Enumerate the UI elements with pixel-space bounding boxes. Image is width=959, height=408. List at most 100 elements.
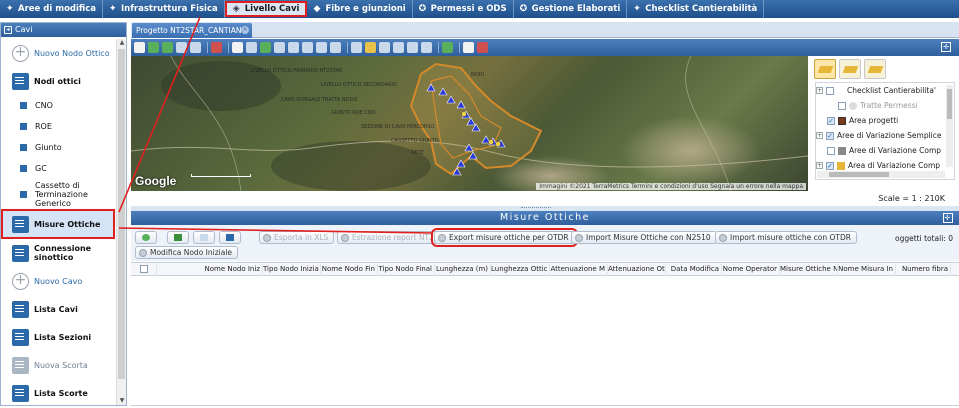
nav-permessi-e-ods[interactable]: ✪ Permessi e ODS	[413, 0, 514, 18]
nav-gestione-elaborati[interactable]: ✪ Gestione Elaborati	[514, 0, 628, 18]
column-header[interactable]: Attenuazione Ot	[608, 263, 666, 276]
import-n2510-button[interactable]: Import Misure Ottiche con N2510	[571, 231, 717, 244]
zoom-out-icon[interactable]	[288, 42, 299, 53]
layers-icon[interactable]	[814, 59, 836, 79]
delete-tool-icon[interactable]	[211, 42, 222, 53]
expand-icon[interactable]: +	[816, 162, 823, 169]
layer-row[interactable]: Area progetti	[816, 113, 954, 128]
column-header[interactable]: Data Modifica	[666, 263, 722, 276]
layers-alt-icon[interactable]	[839, 59, 861, 79]
edit-button[interactable]	[193, 231, 215, 244]
expand-icon[interactable]: ✛	[943, 213, 953, 223]
pan-tool-icon[interactable]	[176, 42, 187, 53]
export-xls-button[interactable]: Esporta in XLS	[259, 231, 335, 244]
pencil-icon[interactable]	[864, 59, 886, 79]
nav-infrastruttura-fisica[interactable]: ✦ Infrastruttura Fisica	[103, 0, 225, 18]
menu-nodi-ottici[interactable]: Nodi ottici	[3, 67, 115, 95]
menu-lista-sezioni[interactable]: Lista Sezioni	[3, 323, 115, 351]
column-header[interactable]: Tipo Nodo Inizia	[263, 263, 321, 276]
globe-tool-icon[interactable]	[162, 42, 173, 53]
menu-cassetto-terminazione[interactable]: Cassetto di Terminazione Generico	[3, 179, 115, 209]
refresh-button[interactable]	[135, 231, 157, 244]
select-tool-icon[interactable]	[232, 42, 243, 53]
import-otdr-button[interactable]: Import misure ottiche con OTDR	[715, 231, 857, 244]
scrollbar-thumb[interactable]	[118, 49, 125, 379]
layer-checkbox[interactable]	[838, 101, 846, 110]
ruler-tool-icon[interactable]	[379, 42, 390, 53]
layer-list-hscrollbar[interactable]	[817, 171, 945, 178]
layer-row[interactable]: + Checklist Cantierabilita'	[816, 83, 954, 98]
refresh-tool-icon[interactable]	[442, 42, 453, 53]
expand-icon[interactable]: ✛	[941, 42, 951, 52]
layer-row[interactable]: Aree di Variazione Comp	[816, 143, 954, 158]
export-otdr-button[interactable]: Export misure ottiche per OTDR	[431, 228, 578, 247]
left-scrollbar[interactable]: ▲ ▼	[116, 39, 126, 405]
column-header[interactable]: Tipo Nodo Final	[378, 263, 435, 276]
pointer-tool-icon[interactable]	[134, 42, 145, 53]
scrollbar-thumb[interactable]	[947, 89, 952, 119]
zoom-previous-icon[interactable]	[316, 42, 327, 53]
menu-giunto[interactable]: Giunto	[3, 137, 115, 158]
column-header[interactable]: Nome Nodo Fin	[321, 263, 378, 276]
column-header[interactable]: Lunghezza Ottic	[491, 263, 550, 276]
layer-checkbox[interactable]	[826, 161, 834, 170]
layer-row[interactable]: Tratte Permessi	[816, 98, 954, 113]
scrollbar-thumb[interactable]	[829, 172, 889, 177]
pdf-icon[interactable]	[477, 42, 488, 53]
info-tool-icon[interactable]	[351, 42, 362, 53]
select-all-column[interactable]	[131, 263, 157, 276]
collapse-icon[interactable]: ◂	[4, 26, 12, 34]
menu-roe[interactable]: ROE	[3, 116, 115, 137]
scroll-down-icon[interactable]: ▼	[118, 397, 126, 405]
expand-icon[interactable]: +	[816, 87, 823, 94]
menu-gc[interactable]: GC	[3, 158, 115, 179]
nav-fibre-e-giunzioni[interactable]: ◆ Fibre e giunzioni	[307, 0, 413, 18]
grid-button[interactable]	[219, 231, 241, 244]
column-header[interactable]: Misure Ottiche N	[780, 263, 838, 276]
layer-row[interactable]: + Aree di Variazione Semplice	[816, 128, 954, 143]
print-icon[interactable]	[463, 42, 474, 53]
edit-tool-icon[interactable]	[421, 42, 432, 53]
column-header[interactable]: Attenuazione M	[550, 263, 608, 276]
layer-checkbox[interactable]	[827, 116, 835, 125]
menu-connessione-sinottico[interactable]: Connessione sinottico	[3, 239, 115, 267]
estrazione-report-button[interactable]: Estrazione report NT2	[337, 231, 440, 244]
nav-livello-cavi[interactable]: ◈ Livello Cavi	[224, 1, 308, 17]
close-icon[interactable]: ×	[241, 26, 249, 34]
layer-checkbox[interactable]	[827, 146, 835, 155]
area-tool-icon[interactable]	[393, 42, 404, 53]
nav-checklist-cantierabilita[interactable]: ✦ Checklist Cantierabilità	[627, 0, 765, 18]
select-all-checkbox[interactable]	[139, 265, 148, 273]
menu-nuovo-cavo[interactable]: + Nuovo Cavo	[3, 267, 115, 295]
add-button[interactable]	[167, 231, 189, 244]
globe-tool-icon[interactable]	[148, 42, 159, 53]
menu-misure-ottiche[interactable]: Misure Ottiche	[1, 209, 115, 239]
column-header[interactable]: Nome Nodo Iniz	[157, 263, 263, 276]
line-tool-icon[interactable]	[407, 42, 418, 53]
menu-nuova-scorta[interactable]: Nuova Scorta	[3, 351, 115, 379]
zoom-box-icon[interactable]	[246, 42, 257, 53]
layer-checkbox[interactable]	[826, 131, 834, 140]
tab-project[interactable]: Progetto NT2STAR_CANTIANO ×	[132, 23, 252, 38]
column-header[interactable]: Lunghezza (m)	[435, 263, 491, 276]
modifica-nodo-iniziale-button[interactable]: Modifica Nodo Iniziale	[135, 246, 239, 259]
nav-aree-di-modifica[interactable]: ✦ Aree di modifica	[0, 0, 103, 18]
map-view[interactable]: LIVELLO OTTICO PRIMARIO NT2STAR LIVELLO …	[131, 56, 808, 191]
scroll-up-icon[interactable]: ▲	[118, 39, 126, 47]
draw-tool-icon[interactable]	[190, 42, 201, 53]
zoom-window-icon[interactable]	[302, 42, 313, 53]
column-header[interactable]: Numero fibra	[896, 263, 951, 276]
measure-tool-icon[interactable]	[365, 42, 376, 53]
menu-nuovo-nodo-ottico[interactable]: + Nuovo Nodo Ottico	[3, 39, 115, 67]
layer-checkbox[interactable]	[826, 86, 834, 95]
menu-cno[interactable]: CNO	[3, 95, 115, 116]
column-header[interactable]: Nome Operator	[722, 263, 780, 276]
expand-icon[interactable]: +	[816, 132, 823, 139]
layer-list-scrollbar[interactable]	[946, 85, 953, 167]
column-header[interactable]: Nome Misura In	[838, 263, 896, 276]
zoom-extent-icon[interactable]	[260, 42, 271, 53]
map-attribution[interactable]: Immagini ©2021 TerraMetrics Termini e co…	[536, 183, 806, 190]
menu-lista-cavi[interactable]: Lista Cavi	[3, 295, 115, 323]
zoom-next-icon[interactable]	[330, 42, 341, 53]
zoom-in-icon[interactable]	[274, 42, 285, 53]
